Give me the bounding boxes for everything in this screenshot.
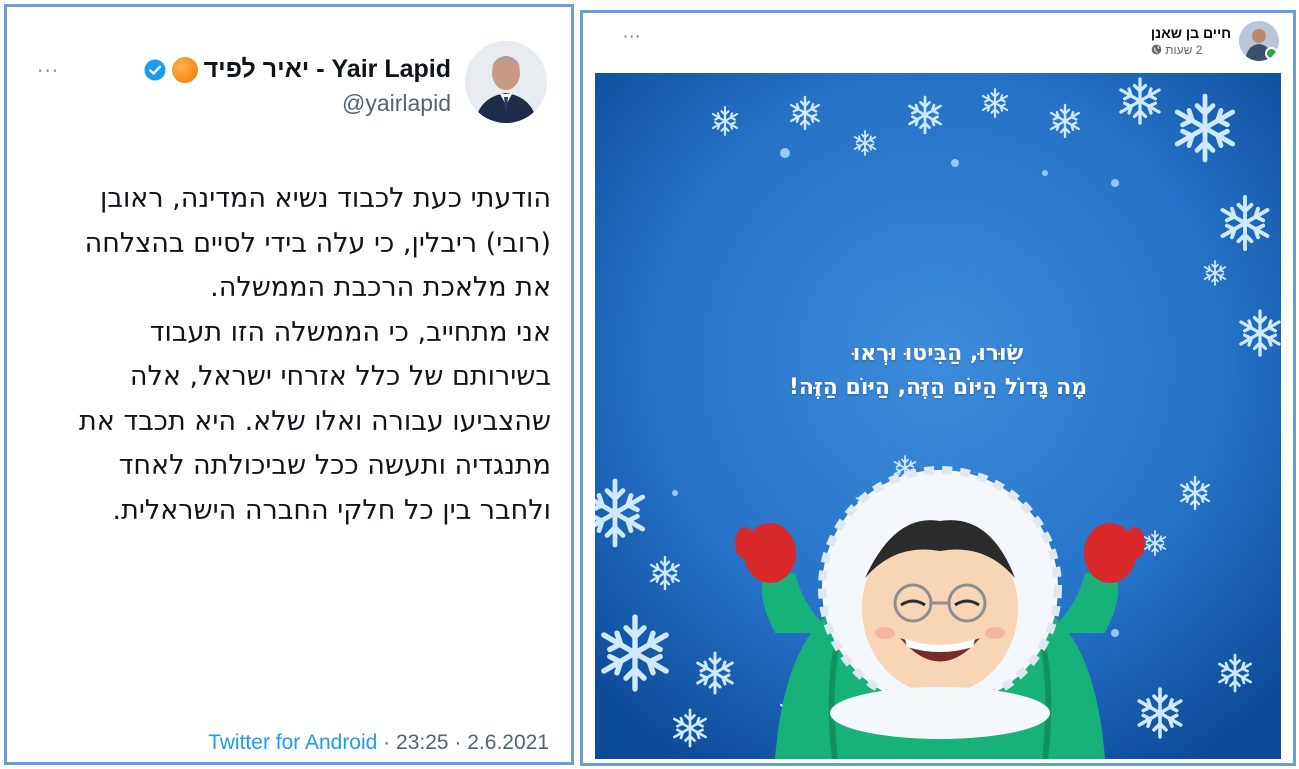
more-options-icon[interactable]: ··· <box>623 27 641 46</box>
display-name[interactable]: יאיר לפיד - Yair Lapid <box>204 55 451 84</box>
avatar-photo-icon <box>465 41 547 123</box>
tweet-paragraph: הודעתי כעת לכבוד נשיא המדינה, ראובן (רוב… <box>84 183 551 303</box>
verified-badge-icon <box>144 59 166 81</box>
tweet-body: הודעתי כעת לכבוד נשיא המדינה, ראובן (רוב… <box>55 177 551 533</box>
tweet-date[interactable]: 2.6.2021 <box>467 731 549 754</box>
user-handle[interactable]: @yairlapid <box>342 90 451 117</box>
image-caption: שִׂוּרוּ, הַבִּיטוּ וּרְאוּ מָה גָּדוֹל … <box>595 337 1281 405</box>
avatar[interactable] <box>1239 21 1279 61</box>
facebook-post: ··· חיים בן שאנן 2 שעות שִׂוּרוּ, הַבִּי… <box>580 10 1296 766</box>
author-name[interactable]: חיים בן שאנן <box>1151 25 1231 41</box>
caption-line: מָה גָּדוֹל הַיּוֹם הַזֶּה, הַיּוֹם הַזֶ… <box>788 375 1088 400</box>
post-image[interactable]: שִׂוּרוּ, הַבִּיטוּ וּרְאוּ מָה גָּדוֹל … <box>595 73 1281 759</box>
globe-icon <box>1151 43 1162 57</box>
separator: · <box>448 731 468 754</box>
tweet-header: יאיר לפיד - Yair Lapid @yairlapid <box>144 41 547 123</box>
avatar[interactable] <box>465 41 547 123</box>
separator: · <box>377 731 397 754</box>
tweet-source-link[interactable]: Twitter for Android <box>208 731 377 754</box>
screenshot-composite: ··· יאיר לפיד - Yair Lapid @yairlapid הו… <box>0 0 1299 769</box>
post-time[interactable]: 2 שעות <box>1151 43 1203 57</box>
tweet-paragraph: אני מתחייב, כי הממשלה הזו תעבוד בשירותם … <box>78 316 551 526</box>
post-time-label: 2 שעות <box>1165 43 1203 57</box>
post-header: חיים בן שאנן 2 שעות <box>1151 21 1279 61</box>
more-options-icon[interactable]: ··· <box>37 59 59 83</box>
caption-line: שִׂוּרוּ, הַבִּיטוּ וּרְאוּ <box>852 341 1024 366</box>
tweet-footer: Twitter for Android · 23:25 · 2.6.2021 <box>208 731 549 755</box>
winter-illustration <box>595 73 1281 759</box>
tweet-card: ··· יאיר לפיד - Yair Lapid @yairlapid הו… <box>4 4 574 765</box>
online-status-icon <box>1265 47 1278 60</box>
tweet-time[interactable]: 23:25 <box>396 731 449 754</box>
tweet-author: יאיר לפיד - Yair Lapid @yairlapid <box>144 41 451 117</box>
post-meta: חיים בן שאנן 2 שעות <box>1151 25 1231 57</box>
orange-circle-emoji-icon <box>171 56 198 83</box>
